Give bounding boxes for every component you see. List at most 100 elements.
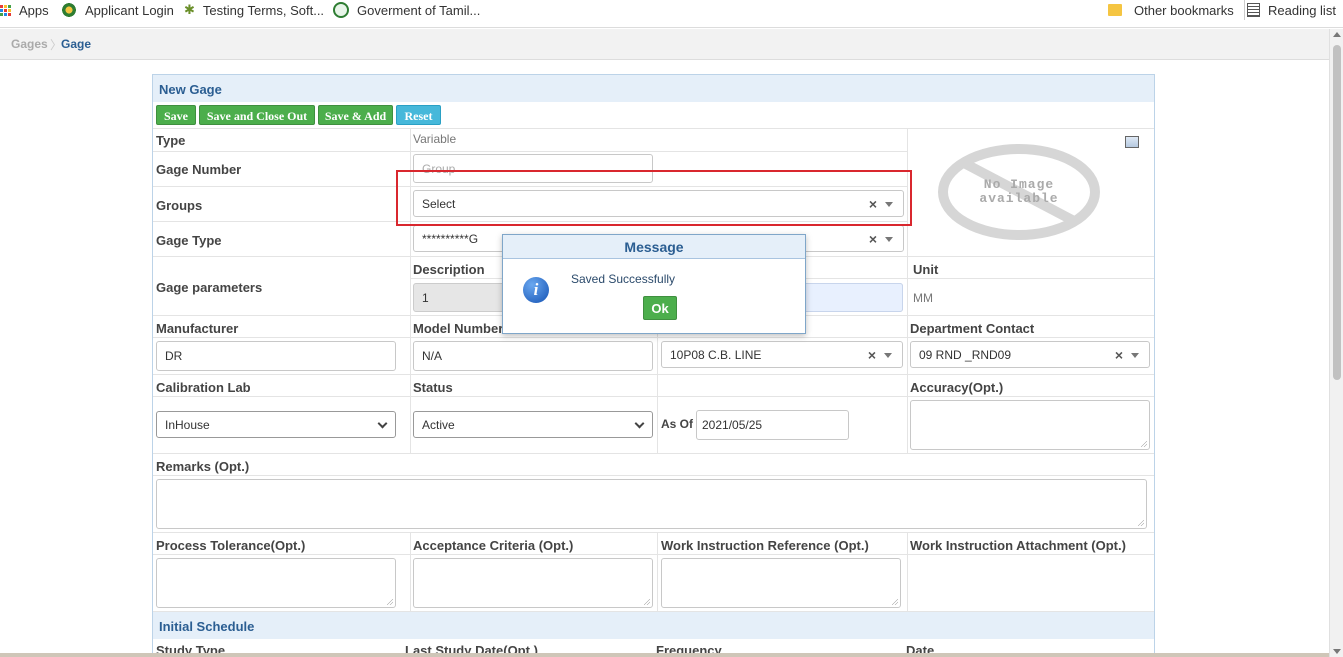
model-number-input[interactable]: N/A (413, 341, 653, 371)
divider (657, 315, 658, 453)
divider (153, 532, 1154, 533)
reading-list-icon (1247, 3, 1260, 17)
plant-icon: ✱ (184, 2, 195, 17)
bottom-edge (0, 653, 1329, 657)
remarks-textarea[interactable] (156, 479, 1147, 529)
initial-schedule-title: Initial Schedule (153, 612, 1154, 639)
model-number-label: Model Number (413, 321, 504, 336)
divider (907, 532, 908, 611)
no-image-placeholder: No Image available (936, 143, 1102, 241)
no-image-text-line1: No Image (983, 177, 1055, 192)
divider (153, 374, 1154, 375)
department-contact-value: 09 RND _RND09 (919, 347, 1012, 362)
parameter-input[interactable] (803, 283, 903, 312)
bookmark-other[interactable]: Other bookmarks (1108, 0, 1234, 20)
bookmark-government[interactable]: Goverment of Tamil... (333, 0, 480, 20)
process-tolerance-label: Process Tolerance(Opt.) (156, 538, 306, 553)
breadcrumb-gages[interactable]: Gages (11, 37, 48, 51)
divider (153, 128, 1154, 129)
breadcrumb: Gages 〉 Gage (0, 29, 1329, 60)
clear-icon[interactable]: × (868, 347, 876, 363)
as-of-label: As Of (661, 417, 694, 431)
wi-reference-textarea[interactable] (661, 558, 901, 608)
model-number-value: N/A (422, 349, 443, 363)
message-title: Message (503, 235, 805, 259)
folder-icon (1108, 4, 1122, 16)
department-contact-label: Department Contact (910, 321, 1035, 336)
acceptance-criteria-textarea[interactable] (413, 558, 653, 608)
wi-reference-label: Work Instruction Reference (Opt.) (661, 538, 869, 553)
gage-type-label: Gage Type (156, 233, 222, 248)
gage-number-label: Gage Number (156, 162, 242, 177)
emblem-icon (61, 2, 77, 18)
accuracy-textarea[interactable] (910, 400, 1150, 450)
chevron-down-icon (634, 418, 645, 428)
divider (153, 453, 1154, 454)
apps-grid-icon (0, 4, 11, 16)
bookmark-testing-terms[interactable]: ✱ Testing Terms, Soft... (184, 0, 324, 20)
type-label: Type (156, 133, 186, 148)
divider (153, 554, 1154, 555)
status-label: Status (413, 380, 453, 395)
breadcrumb-gage[interactable]: Gage (61, 37, 91, 51)
ok-button[interactable]: Ok (643, 296, 677, 320)
save-close-button[interactable]: Save and Close Out (199, 105, 315, 125)
calibration-lab-value: InHouse (165, 417, 210, 432)
as-of-date-value: 2021/05/25 (702, 418, 763, 432)
no-image-text-line2: available (979, 191, 1059, 206)
divider (657, 532, 658, 611)
wi-attachment-label: Work Instruction Attachment (Opt.) (910, 538, 1126, 553)
reading-list[interactable]: Reading list (1244, 0, 1336, 20)
gage-params-label: Gage parameters (156, 280, 263, 295)
divider (153, 151, 907, 152)
groups-highlight-box (396, 170, 912, 226)
divider (153, 396, 1154, 397)
clear-icon[interactable]: × (869, 231, 877, 247)
groups-label: Groups (156, 198, 203, 213)
unit-label: Unit (913, 262, 939, 277)
bookmark-apps[interactable]: Apps (0, 0, 49, 20)
manufacturer-input[interactable]: DR (156, 341, 396, 371)
scroll-down-icon[interactable] (1333, 649, 1341, 654)
caret-down-icon[interactable] (1131, 352, 1139, 358)
panel-title: New Gage (153, 75, 1154, 102)
bookmark-label: Goverment of Tamil... (357, 2, 481, 18)
page-scrollbar[interactable] (1329, 29, 1343, 657)
bookmark-label: Other bookmarks (1134, 2, 1234, 18)
divider (410, 532, 411, 611)
image-upload-icon[interactable] (1125, 136, 1139, 148)
scrollbar-thumb[interactable] (1333, 45, 1341, 380)
caret-down-icon[interactable] (884, 352, 892, 358)
seal-icon (333, 2, 349, 18)
status-select[interactable]: Active (413, 411, 653, 438)
info-icon: i (523, 277, 549, 303)
bookmark-applicant-login[interactable]: Applicant Login (61, 0, 174, 20)
reset-button[interactable]: Reset (396, 105, 441, 125)
location-value: 10P08 C.B. LINE (670, 347, 762, 362)
divider (153, 337, 1154, 338)
bookmark-label: Testing Terms, Soft... (202, 2, 325, 18)
caret-down-icon[interactable] (885, 236, 893, 242)
acceptance-criteria-label: Acceptance Criteria (Opt.) (413, 538, 574, 553)
accuracy-label: Accuracy(Opt.) (910, 380, 1004, 395)
department-contact-select[interactable]: 09 RND _RND09 × (910, 341, 1150, 368)
manufacturer-value: DR (165, 349, 183, 363)
save-button[interactable]: Save (156, 105, 196, 125)
divider (153, 475, 1154, 476)
reading-list-label: Reading list (1268, 2, 1336, 18)
as-of-date-input[interactable]: 2021/05/25 (696, 410, 849, 440)
calibration-lab-label: Calibration Lab (156, 380, 251, 395)
description-label: Description (413, 262, 485, 277)
save-add-button[interactable]: Save & Add (318, 105, 393, 125)
clear-icon[interactable]: × (1115, 347, 1123, 363)
calibration-lab-select[interactable]: InHouse (156, 411, 396, 438)
manufacturer-label: Manufacturer (156, 321, 239, 336)
scroll-up-icon[interactable] (1333, 32, 1341, 37)
message-dialog: Message i Saved Successfully Ok (502, 234, 806, 334)
message-text: Saved Successfully (571, 272, 676, 286)
remarks-label: Remarks (Opt.) (156, 459, 250, 474)
location-select[interactable]: 10P08 C.B. LINE × (661, 341, 903, 368)
process-tolerance-textarea[interactable] (156, 558, 396, 608)
bookmark-apps-label: Apps (19, 2, 49, 18)
gage-type-value: **********G (422, 231, 479, 246)
